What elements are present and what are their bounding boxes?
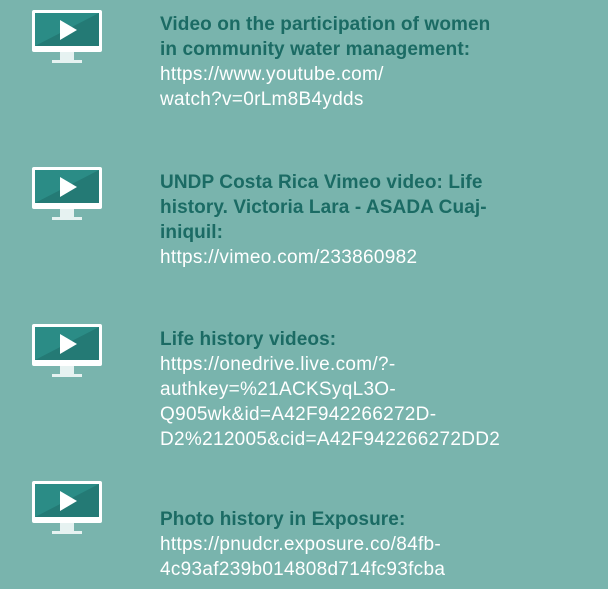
- resource-title: Photo history in Exposure:: [160, 507, 608, 532]
- resource-text: Photo history in Exposure: https://pnudc…: [160, 507, 608, 582]
- link-line[interactable]: https://pnudcr.exposure.co/84fb-: [160, 532, 608, 557]
- link-line[interactable]: https://onedrive.live.com/?-: [160, 352, 608, 377]
- video-monitor-icon[interactable]: [32, 10, 102, 68]
- title-line: Photo history in Exposure:: [160, 509, 406, 530]
- link-line[interactable]: watch?v=0rLm8B4ydds: [160, 87, 608, 112]
- resource-text: UNDP Costa Rica Vimeo video: Life histor…: [160, 170, 608, 270]
- link-line[interactable]: Q905wk&id=A42F942266272D-: [160, 402, 608, 427]
- resource-text: Video on the participation of women in c…: [160, 12, 608, 112]
- link-line[interactable]: 4c93af239b014808d714fc93fcba: [160, 557, 608, 582]
- link-line[interactable]: https://www.youtube.com/: [160, 62, 608, 87]
- video-monitor-icon[interactable]: [32, 167, 102, 225]
- resource-link[interactable]: https://www.youtube.com/ watch?v=0rLm8B4…: [160, 62, 608, 112]
- link-line[interactable]: https://vimeo.com/233860982: [160, 245, 608, 270]
- title-line: Video on the participation of women: [160, 14, 491, 35]
- link-line[interactable]: D2%212005&cid=A42F942266272DD2: [160, 427, 608, 452]
- resource-title: UNDP Costa Rica Vimeo video: Life histor…: [160, 170, 608, 245]
- resource-link[interactable]: https://onedrive.live.com/?- authkey=%21…: [160, 352, 608, 452]
- video-monitor-icon[interactable]: [32, 324, 102, 382]
- title-line: iniquil:: [160, 222, 224, 243]
- link-line[interactable]: authkey=%21ACKSyqL3O-: [160, 377, 608, 402]
- title-line: Life history videos:: [160, 329, 337, 350]
- title-line: UNDP Costa Rica Vimeo video: Life: [160, 172, 483, 193]
- resource-title: Life history videos:: [160, 327, 608, 352]
- resource-text: Life history videos: https://onedrive.li…: [160, 327, 608, 452]
- resource-title: Video on the participation of women in c…: [160, 12, 608, 62]
- title-line: in community water management:: [160, 39, 471, 60]
- resource-link[interactable]: https://vimeo.com/233860982: [160, 245, 608, 270]
- video-monitor-icon[interactable]: [32, 481, 102, 539]
- resource-link[interactable]: https://pnudcr.exposure.co/84fb- 4c93af2…: [160, 532, 608, 582]
- title-line: history. Victoria Lara - ASADA Cuaj-: [160, 197, 487, 218]
